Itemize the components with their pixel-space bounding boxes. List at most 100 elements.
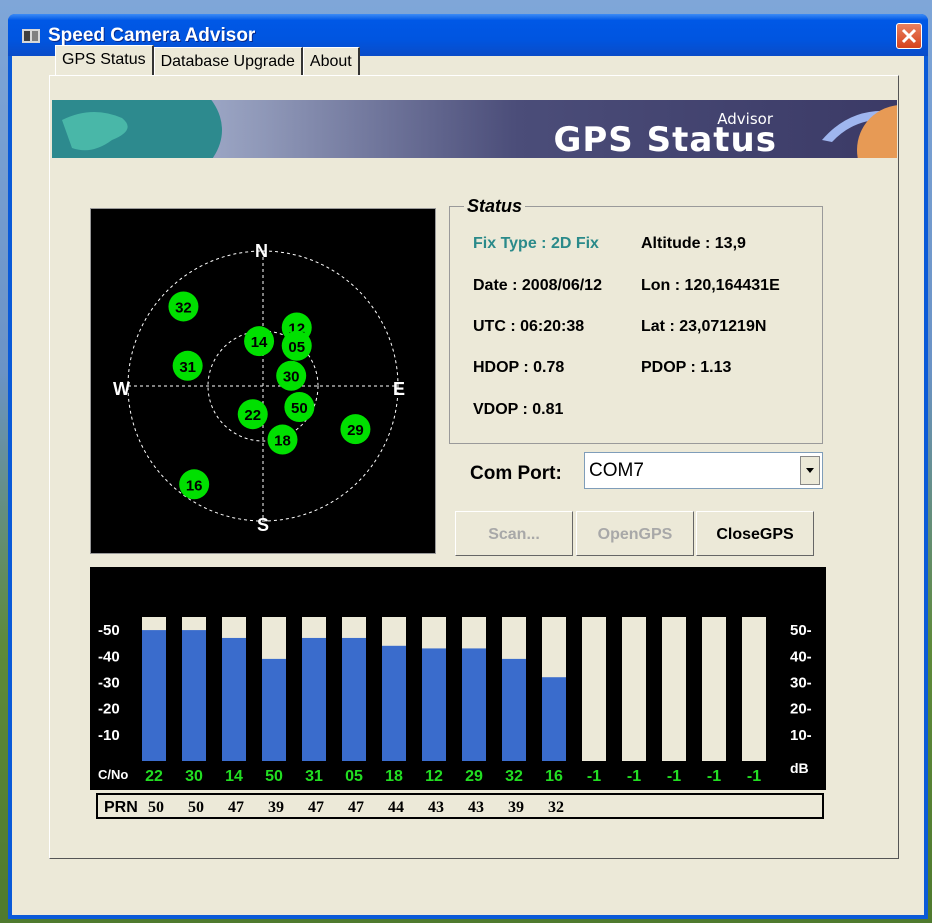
y-tick-left: -20: [98, 701, 120, 718]
snr-value: 39: [268, 799, 284, 816]
y-tick-left: -50: [98, 622, 120, 639]
status-legend: Status: [464, 196, 526, 217]
prn-label: -1: [667, 768, 681, 785]
comport-select[interactable]: COM7: [584, 452, 823, 489]
satellite-prn: 32: [175, 299, 192, 316]
east-label: E: [393, 379, 405, 399]
pdop: PDOP : 1.13: [641, 359, 732, 376]
satellite-prn: 14: [251, 334, 268, 351]
satellite-prn: 18: [274, 433, 291, 450]
snr-chart: 22 30 14 50 31 05 18 12 29 32 16 -1 -1 -1 -1 -1 -50 50- -4…: [90, 567, 826, 790]
satellite-marker: 16: [179, 469, 210, 500]
satellite-marker: 14: [244, 326, 275, 357]
satellite-marker: 50: [284, 392, 315, 422]
snr-value: 50: [188, 799, 204, 816]
prn-label: 50: [265, 768, 283, 785]
bar-background: [582, 617, 606, 761]
y-tick-left: -30: [98, 674, 120, 691]
y-tick-left: -10: [98, 727, 120, 744]
tab-database-upgrade[interactable]: Database Upgrade: [153, 47, 303, 75]
satellite-marker: 32: [168, 291, 199, 322]
snr-chart-svg: 22 30 14 50 31 05 18 12 29 32 16 -1 -1 -1 -1 -1 -50 50- -4…: [98, 617, 812, 785]
window-title: Speed Camera Advisor: [48, 25, 256, 46]
prn-label: -1: [747, 768, 761, 785]
satellite-prn: 29: [347, 422, 364, 439]
comport-label: Com Port:: [470, 463, 562, 484]
y-tick-right: 30-: [790, 674, 812, 691]
app-icon: [22, 29, 40, 43]
snr-value: 47: [348, 799, 364, 816]
snr-value: 50: [148, 799, 164, 816]
satellite-prn: 30: [283, 369, 300, 386]
satellite-marker: 18: [267, 424, 298, 455]
snr-bar: [502, 658, 526, 761]
snr-value: 39: [508, 799, 524, 816]
satellite-prn: 05: [288, 339, 305, 356]
prn-label: 29: [465, 768, 483, 785]
satellite-marker: 31: [172, 350, 203, 381]
snr-bar: [542, 677, 566, 761]
snr-bar: [302, 637, 326, 761]
fix-type: Fix Type : 2D Fix: [473, 235, 599, 252]
satellite-prn: 31: [179, 359, 196, 376]
vdop: VDOP : 0.81: [473, 401, 564, 418]
snr-bar: [422, 648, 446, 761]
prn-label: 32: [505, 768, 523, 785]
y-tick-left: -40: [98, 648, 120, 665]
satellite-prn: 50: [291, 400, 308, 417]
bar-background: [622, 617, 646, 761]
snr-value: 43: [468, 799, 484, 816]
snr-bar: [262, 658, 286, 761]
south-label: S: [257, 515, 269, 535]
prn-label: 12: [425, 768, 443, 785]
snr-bar: [222, 637, 246, 761]
close-button[interactable]: [896, 23, 922, 49]
snr-bar: [142, 630, 166, 761]
prn-label: 30: [185, 768, 203, 785]
y-tick-right: 20-: [790, 701, 812, 718]
dropdown-button[interactable]: [800, 456, 820, 485]
hdop: HDOP : 0.78: [473, 359, 565, 376]
snr-value: 43: [428, 799, 444, 816]
satellite-marker: 29: [340, 414, 371, 445]
prn-label: 18: [385, 768, 403, 785]
open-gps-button[interactable]: OpenGPS: [576, 511, 694, 556]
prn-label: 22: [145, 768, 163, 785]
tab-gps-status[interactable]: GPS Status: [55, 45, 154, 76]
close-gps-button[interactable]: CloseGPS: [696, 511, 814, 556]
banner: Advisor GPS Status: [52, 100, 897, 158]
tab-about[interactable]: About: [302, 47, 360, 75]
scan-button[interactable]: Scan...: [455, 511, 573, 556]
snr-bar: [382, 645, 406, 761]
snr-value: 47: [228, 799, 244, 816]
y-axis-label-left: C/No: [98, 767, 128, 782]
y-axis-label-right: dB: [790, 760, 809, 776]
north-label: N: [255, 241, 268, 261]
snr-value: 47: [308, 799, 324, 816]
prn-label: 31: [305, 768, 323, 785]
longitude: Lon : 120,164431E: [641, 277, 780, 294]
prn-label: 14: [225, 768, 243, 785]
prn-row: PRN 50 50 47 39 47 47 44 43 43 39 32: [96, 793, 824, 819]
satellite-prn: 22: [244, 407, 261, 424]
prn-label: 05: [345, 768, 363, 785]
prn-label: -1: [587, 768, 601, 785]
prn-label: -1: [707, 768, 721, 785]
satellite-marker: 30: [276, 360, 307, 391]
prn-row-label: PRN: [104, 799, 138, 816]
date: Date : 2008/06/12: [473, 277, 602, 294]
prn-row-svg: PRN 50 50 47 39 47 47 44 43 43 39 32: [104, 799, 564, 816]
close-icon: [901, 28, 917, 44]
snr-value: 44: [388, 799, 404, 816]
snr-bar: [182, 630, 206, 761]
y-tick-right: 10-: [790, 727, 812, 744]
prn-label: 16: [545, 768, 563, 785]
snr-bar: [462, 648, 486, 761]
banner-title: GPS Status: [553, 120, 777, 158]
y-tick-right: 40-: [790, 648, 812, 665]
chevron-down-icon: [806, 468, 814, 473]
sky-plot-svg: N S E W 32120514303122 50291816: [113, 241, 405, 535]
comport-value: COM7: [589, 460, 644, 481]
bar-background: [702, 617, 726, 761]
satellite-marker: 05: [281, 330, 312, 361]
